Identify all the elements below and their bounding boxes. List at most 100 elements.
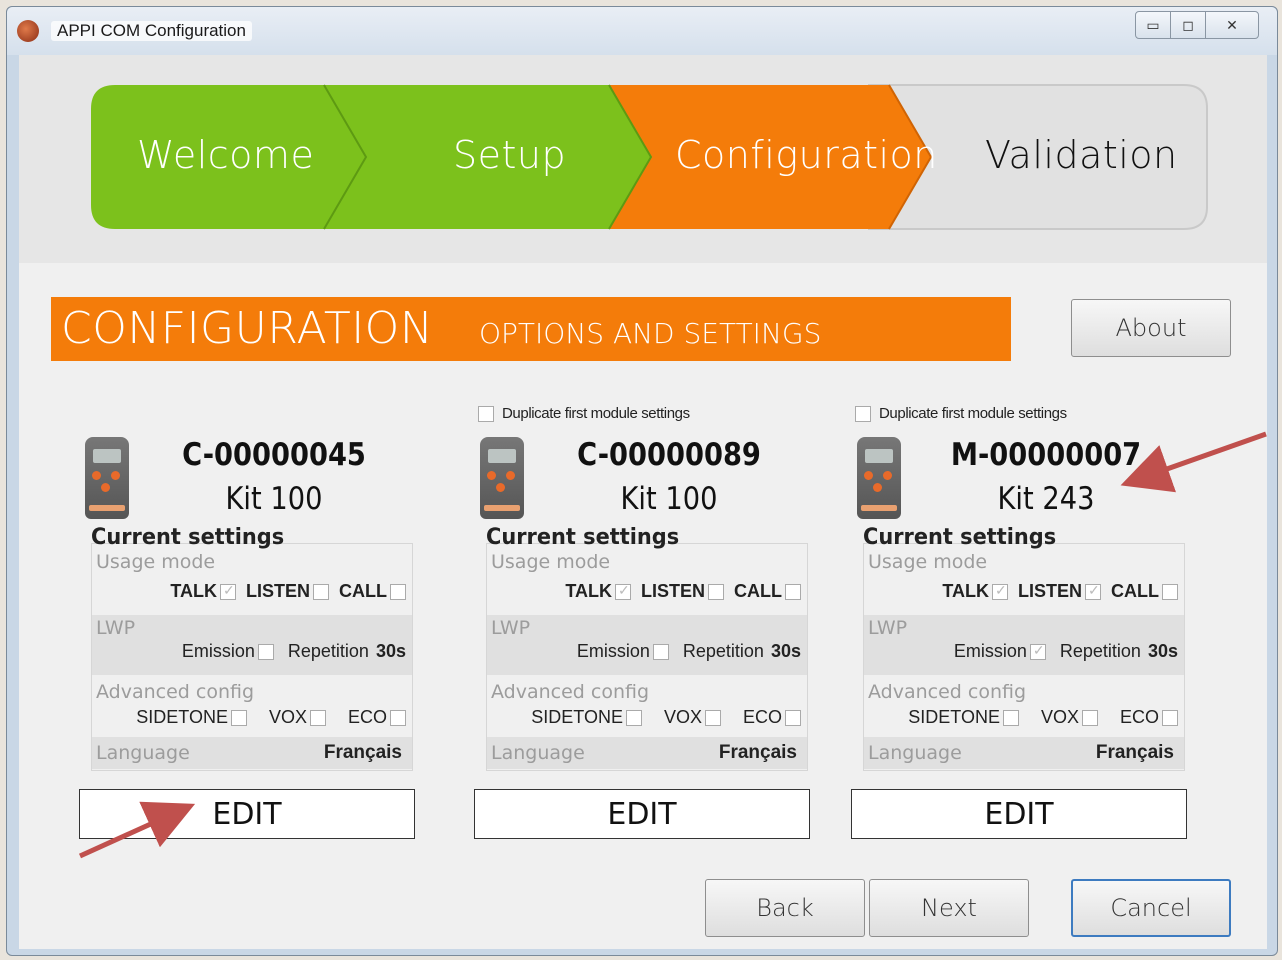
eco-checkbox[interactable] bbox=[785, 709, 801, 726]
duplicate-settings-label: Duplicate first module settings bbox=[502, 405, 690, 422]
module-panel-3: Duplicate first module settings M-000000… bbox=[847, 399, 1187, 839]
window-title: APPI COM Configuration bbox=[51, 21, 252, 41]
usage-mode-section: Usage mode TALK LISTEN CALL bbox=[487, 551, 807, 615]
lwp-section: LWP Emission Repetition 30s bbox=[864, 615, 1184, 675]
module-serial: C-00000089 bbox=[577, 437, 761, 473]
usage-mode-section: Usage mode TALK LISTEN CALL bbox=[864, 551, 1184, 615]
duplicate-settings-option[interactable]: Duplicate first module settings bbox=[478, 405, 690, 422]
duplicate-settings-option[interactable]: Duplicate first module settings bbox=[855, 405, 1067, 422]
module-panel-1: C-00000045 Kit 100 Current settings Usag… bbox=[75, 399, 415, 839]
current-settings-panel: Current settings Usage mode TALK LISTEN … bbox=[859, 523, 1185, 771]
lwp-label: LWP bbox=[491, 617, 531, 639]
eco-checkbox[interactable] bbox=[1162, 709, 1178, 726]
vox-label: VOX bbox=[663, 707, 702, 727]
listen-checkbox[interactable] bbox=[1085, 582, 1101, 600]
repetition-value: 30s bbox=[1147, 641, 1178, 661]
talk-checkbox[interactable] bbox=[991, 582, 1008, 600]
module-panel-2: Duplicate first module settings C-000000… bbox=[470, 399, 810, 839]
call-checkbox[interactable] bbox=[785, 583, 801, 600]
app-logo-icon bbox=[17, 20, 39, 42]
repetition-value: 30s bbox=[375, 641, 406, 661]
duplicate-settings-label: Duplicate first module settings bbox=[879, 405, 1067, 422]
back-button[interactable]: Back bbox=[705, 879, 865, 937]
edit-button[interactable]: EDIT bbox=[851, 789, 1187, 839]
about-button[interactable]: About bbox=[1071, 299, 1231, 357]
emission-checkbox[interactable] bbox=[1029, 642, 1046, 660]
page-subtitle: OPTIONS AND SETTINGS bbox=[479, 317, 822, 350]
advanced-config-section: Advanced config SIDETONE VOX ECO bbox=[864, 677, 1184, 737]
window-controls: ▭ ◻ ✕ bbox=[1135, 11, 1259, 39]
module-kit: Kit 243 bbox=[997, 481, 1095, 517]
emission-checkbox[interactable] bbox=[652, 643, 669, 660]
sidetone-checkbox[interactable] bbox=[230, 709, 247, 726]
vox-checkbox[interactable] bbox=[309, 709, 326, 726]
emission-label: Emission bbox=[576, 641, 650, 661]
current-settings-panel: Current settings Usage mode TALK LISTEN … bbox=[87, 523, 413, 771]
advanced-config-section: Advanced config SIDETONE VOX ECO bbox=[92, 677, 412, 737]
sidetone-checkbox[interactable] bbox=[1002, 709, 1019, 726]
lwp-section: LWP Emission Repetition 30s bbox=[92, 615, 412, 675]
listen-label: LISTEN bbox=[640, 581, 705, 601]
wizard-progress: Welcome Setup Configuration Validation bbox=[19, 55, 1267, 263]
maximize-button[interactable]: ◻ bbox=[1170, 11, 1206, 39]
radio-device-icon bbox=[857, 437, 901, 519]
vox-checkbox[interactable] bbox=[1081, 709, 1098, 726]
advanced-config-section: Advanced config SIDETONE VOX ECO bbox=[487, 677, 807, 737]
listen-label: LISTEN bbox=[245, 581, 310, 601]
eco-checkbox[interactable] bbox=[390, 709, 406, 726]
sidetone-label: SIDETONE bbox=[908, 707, 1000, 727]
language-value: Français bbox=[323, 742, 402, 763]
call-label: CALL bbox=[1111, 581, 1159, 601]
close-button[interactable]: ✕ bbox=[1205, 11, 1259, 39]
cancel-button[interactable]: Cancel bbox=[1071, 879, 1231, 937]
app-window: APPI COM Configuration ▭ ◻ ✕ Welcome Set… bbox=[6, 6, 1278, 956]
edit-button[interactable]: EDIT bbox=[474, 789, 810, 839]
current-settings-title: Current settings bbox=[486, 525, 680, 550]
emission-checkbox[interactable] bbox=[257, 643, 274, 660]
lwp-section: LWP Emission Repetition 30s bbox=[487, 615, 807, 675]
module-kit: Kit 100 bbox=[620, 481, 718, 517]
current-settings-panel: Current settings Usage mode TALK LISTEN … bbox=[482, 523, 808, 771]
listen-checkbox[interactable] bbox=[313, 583, 329, 600]
lwp-label: LWP bbox=[868, 617, 908, 639]
radio-device-icon bbox=[480, 437, 524, 519]
usage-mode-section: Usage mode TALK LISTEN CALL bbox=[92, 551, 412, 615]
repetition-label: Repetition bbox=[1059, 641, 1141, 661]
usage-mode-label: Usage mode bbox=[491, 551, 611, 573]
talk-label: TALK bbox=[170, 581, 217, 601]
sidetone-checkbox[interactable] bbox=[625, 709, 642, 726]
repetition-value: 30s bbox=[770, 641, 801, 661]
step-configuration: Configuration bbox=[675, 133, 938, 177]
listen-checkbox[interactable] bbox=[708, 583, 724, 600]
emission-label: Emission bbox=[181, 641, 255, 661]
call-checkbox[interactable] bbox=[390, 583, 406, 600]
language-label: Language bbox=[868, 742, 962, 764]
module-serial: C-00000045 bbox=[182, 437, 366, 473]
advanced-config-label: Advanced config bbox=[491, 681, 650, 703]
repetition-label: Repetition bbox=[287, 641, 369, 661]
step-validation: Validation bbox=[985, 133, 1178, 177]
next-button[interactable]: Next bbox=[869, 879, 1029, 937]
current-settings-title: Current settings bbox=[91, 525, 285, 550]
duplicate-settings-checkbox[interactable] bbox=[855, 405, 871, 422]
repetition-label: Repetition bbox=[682, 641, 764, 661]
talk-label: TALK bbox=[565, 581, 612, 601]
advanced-config-label: Advanced config bbox=[868, 681, 1027, 703]
vox-label: VOX bbox=[268, 707, 307, 727]
talk-checkbox[interactable] bbox=[614, 582, 631, 600]
vox-checkbox[interactable] bbox=[704, 709, 721, 726]
step-welcome: Welcome bbox=[137, 133, 315, 177]
call-label: CALL bbox=[339, 581, 387, 601]
module-kit: Kit 100 bbox=[225, 481, 323, 517]
minimize-button[interactable]: ▭ bbox=[1135, 11, 1171, 39]
duplicate-settings-checkbox[interactable] bbox=[478, 405, 494, 422]
sidetone-label: SIDETONE bbox=[136, 707, 228, 727]
lwp-label: LWP bbox=[96, 617, 136, 639]
call-checkbox[interactable] bbox=[1162, 583, 1178, 600]
talk-checkbox[interactable] bbox=[219, 582, 236, 600]
language-section: Language Français bbox=[864, 737, 1184, 769]
client-area: Welcome Setup Configuration Validation C… bbox=[19, 55, 1267, 949]
listen-label: LISTEN bbox=[1017, 581, 1082, 601]
edit-button[interactable]: EDIT bbox=[79, 789, 415, 839]
call-label: CALL bbox=[734, 581, 782, 601]
